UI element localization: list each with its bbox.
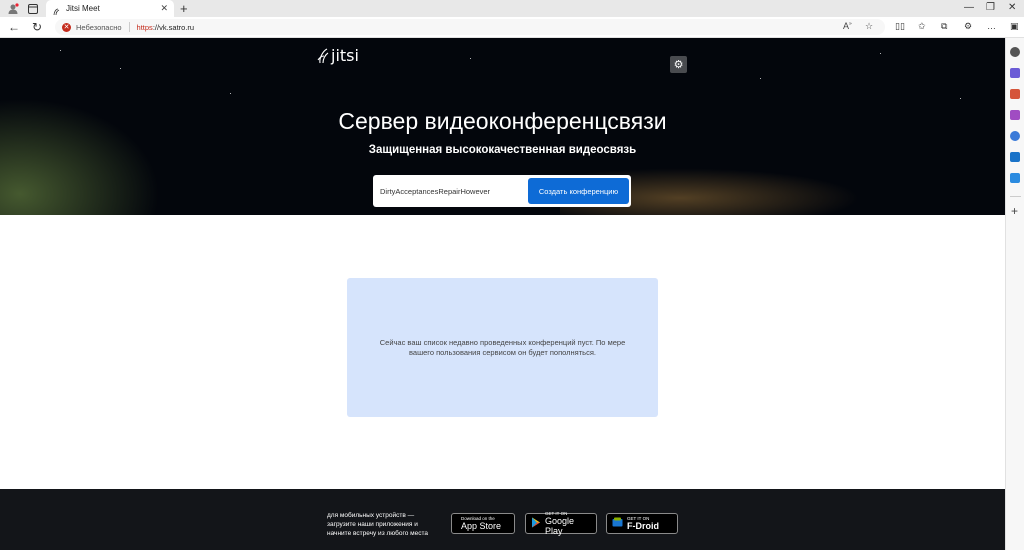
hero-banner: jitsi ⚙ Сервер видеоконференцсвязи Защищ…	[0, 38, 1005, 215]
security-label[interactable]: Небезопасно	[76, 23, 122, 32]
sidebar-toggle-icon[interactable]: ▣	[1010, 21, 1019, 32]
divider	[128, 22, 130, 32]
split-screen-icon[interactable]: ▯▯	[895, 21, 905, 32]
f-droid-icon	[612, 517, 623, 530]
edge-sidebar: +	[1005, 38, 1024, 550]
favorite-star-icon[interactable]: ☆	[865, 21, 873, 32]
app-store-badge[interactable]: Download on the App Store	[451, 513, 515, 534]
refresh-icon[interactable]: ↻	[32, 20, 42, 34]
room-name-input[interactable]	[380, 175, 530, 207]
star	[60, 50, 61, 51]
star	[960, 98, 961, 99]
jitsi-logo-text: jitsi	[331, 46, 359, 65]
star	[470, 58, 471, 59]
maximize-icon[interactable]: ❐	[986, 2, 995, 13]
address-bar[interactable]: ✕ Небезопасно https://vk.satro.ru A» ☆	[55, 19, 885, 35]
tab-jitsi-meet[interactable]: Jitsi Meet ✕	[46, 0, 174, 17]
outlook-icon[interactable]	[1010, 152, 1020, 162]
url-host: ://vk.satro.ru	[152, 22, 195, 32]
star	[230, 93, 231, 94]
jitsi-favicon-icon	[52, 5, 60, 15]
google-play-badge[interactable]: GET IT ON Google Play	[525, 511, 597, 536]
google-play-big-text: Google Play	[545, 516, 575, 536]
profile-icon[interactable]	[6, 2, 20, 15]
room-entry: Создать конференцию	[373, 175, 631, 207]
footer: для мобильных устройств — загрузите наши…	[0, 489, 1005, 550]
microsoft365-icon[interactable]	[1010, 131, 1020, 141]
recent-conferences-panel: Сейчас ваш список недавно проведенных ко…	[347, 278, 658, 417]
add-icon[interactable]: +	[1011, 204, 1018, 218]
settings-gear-icon[interactable]: ⚙	[670, 56, 687, 73]
star	[880, 53, 881, 54]
more-icon[interactable]: …	[987, 21, 996, 31]
collections-icon[interactable]: ⧉	[941, 21, 947, 32]
recent-empty-message: Сейчас ваш список недавно проведенных ко…	[379, 337, 626, 357]
drop-icon[interactable]	[1010, 173, 1020, 183]
shopping-icon[interactable]	[1010, 68, 1020, 78]
app-store-big-text: App Store	[461, 521, 502, 531]
tab-strip: Jitsi Meet ✕ + — ❐ ✕	[0, 0, 1024, 17]
warning-icon[interactable]: ✕	[62, 22, 71, 32]
minimize-icon[interactable]: —	[964, 2, 974, 13]
star	[120, 68, 121, 69]
google-play-icon	[531, 517, 541, 531]
favorites-icon[interactable]: ✩	[918, 21, 926, 32]
workspaces-icon[interactable]	[26, 2, 40, 15]
f-droid-badge[interactable]: GET IT ON F-Droid	[606, 513, 678, 534]
games-icon[interactable]	[1010, 110, 1020, 120]
close-tab-icon[interactable]: ✕	[160, 3, 168, 14]
tools-icon[interactable]	[1010, 89, 1020, 99]
window-close-icon[interactable]: ✕	[1008, 2, 1016, 13]
jitsi-logo[interactable]: jitsi	[317, 46, 359, 65]
create-conference-button[interactable]: Создать конференцию	[528, 178, 629, 204]
page-viewport: jitsi ⚙ Сервер видеоконференцсвязи Защищ…	[0, 38, 1005, 550]
f-droid-big-text: F-Droid	[627, 521, 659, 531]
url-scheme: https	[136, 22, 153, 32]
mobile-apps-text: для мобильных устройств — загрузите наши…	[327, 512, 428, 537]
hero-subtitle: Защищенная высококачественная видеосвязь	[368, 144, 637, 156]
hero-title: Сервер видеоконференцсвязи	[338, 108, 667, 134]
new-tab-icon[interactable]: +	[180, 1, 188, 16]
search-icon[interactable]	[1010, 47, 1020, 57]
extensions-icon[interactable]: ⚙	[964, 21, 972, 32]
divider	[1010, 196, 1021, 197]
star	[760, 78, 761, 79]
jitsi-logo-icon	[317, 48, 329, 63]
read-aloud-icon[interactable]: A»	[843, 21, 852, 31]
address-bar-row: ← ↻ ✕ Небезопасно https://vk.satro.ru A»…	[0, 17, 1024, 38]
tab-title: Jitsi Meet	[66, 4, 100, 13]
back-icon[interactable]: ←	[8, 20, 20, 34]
